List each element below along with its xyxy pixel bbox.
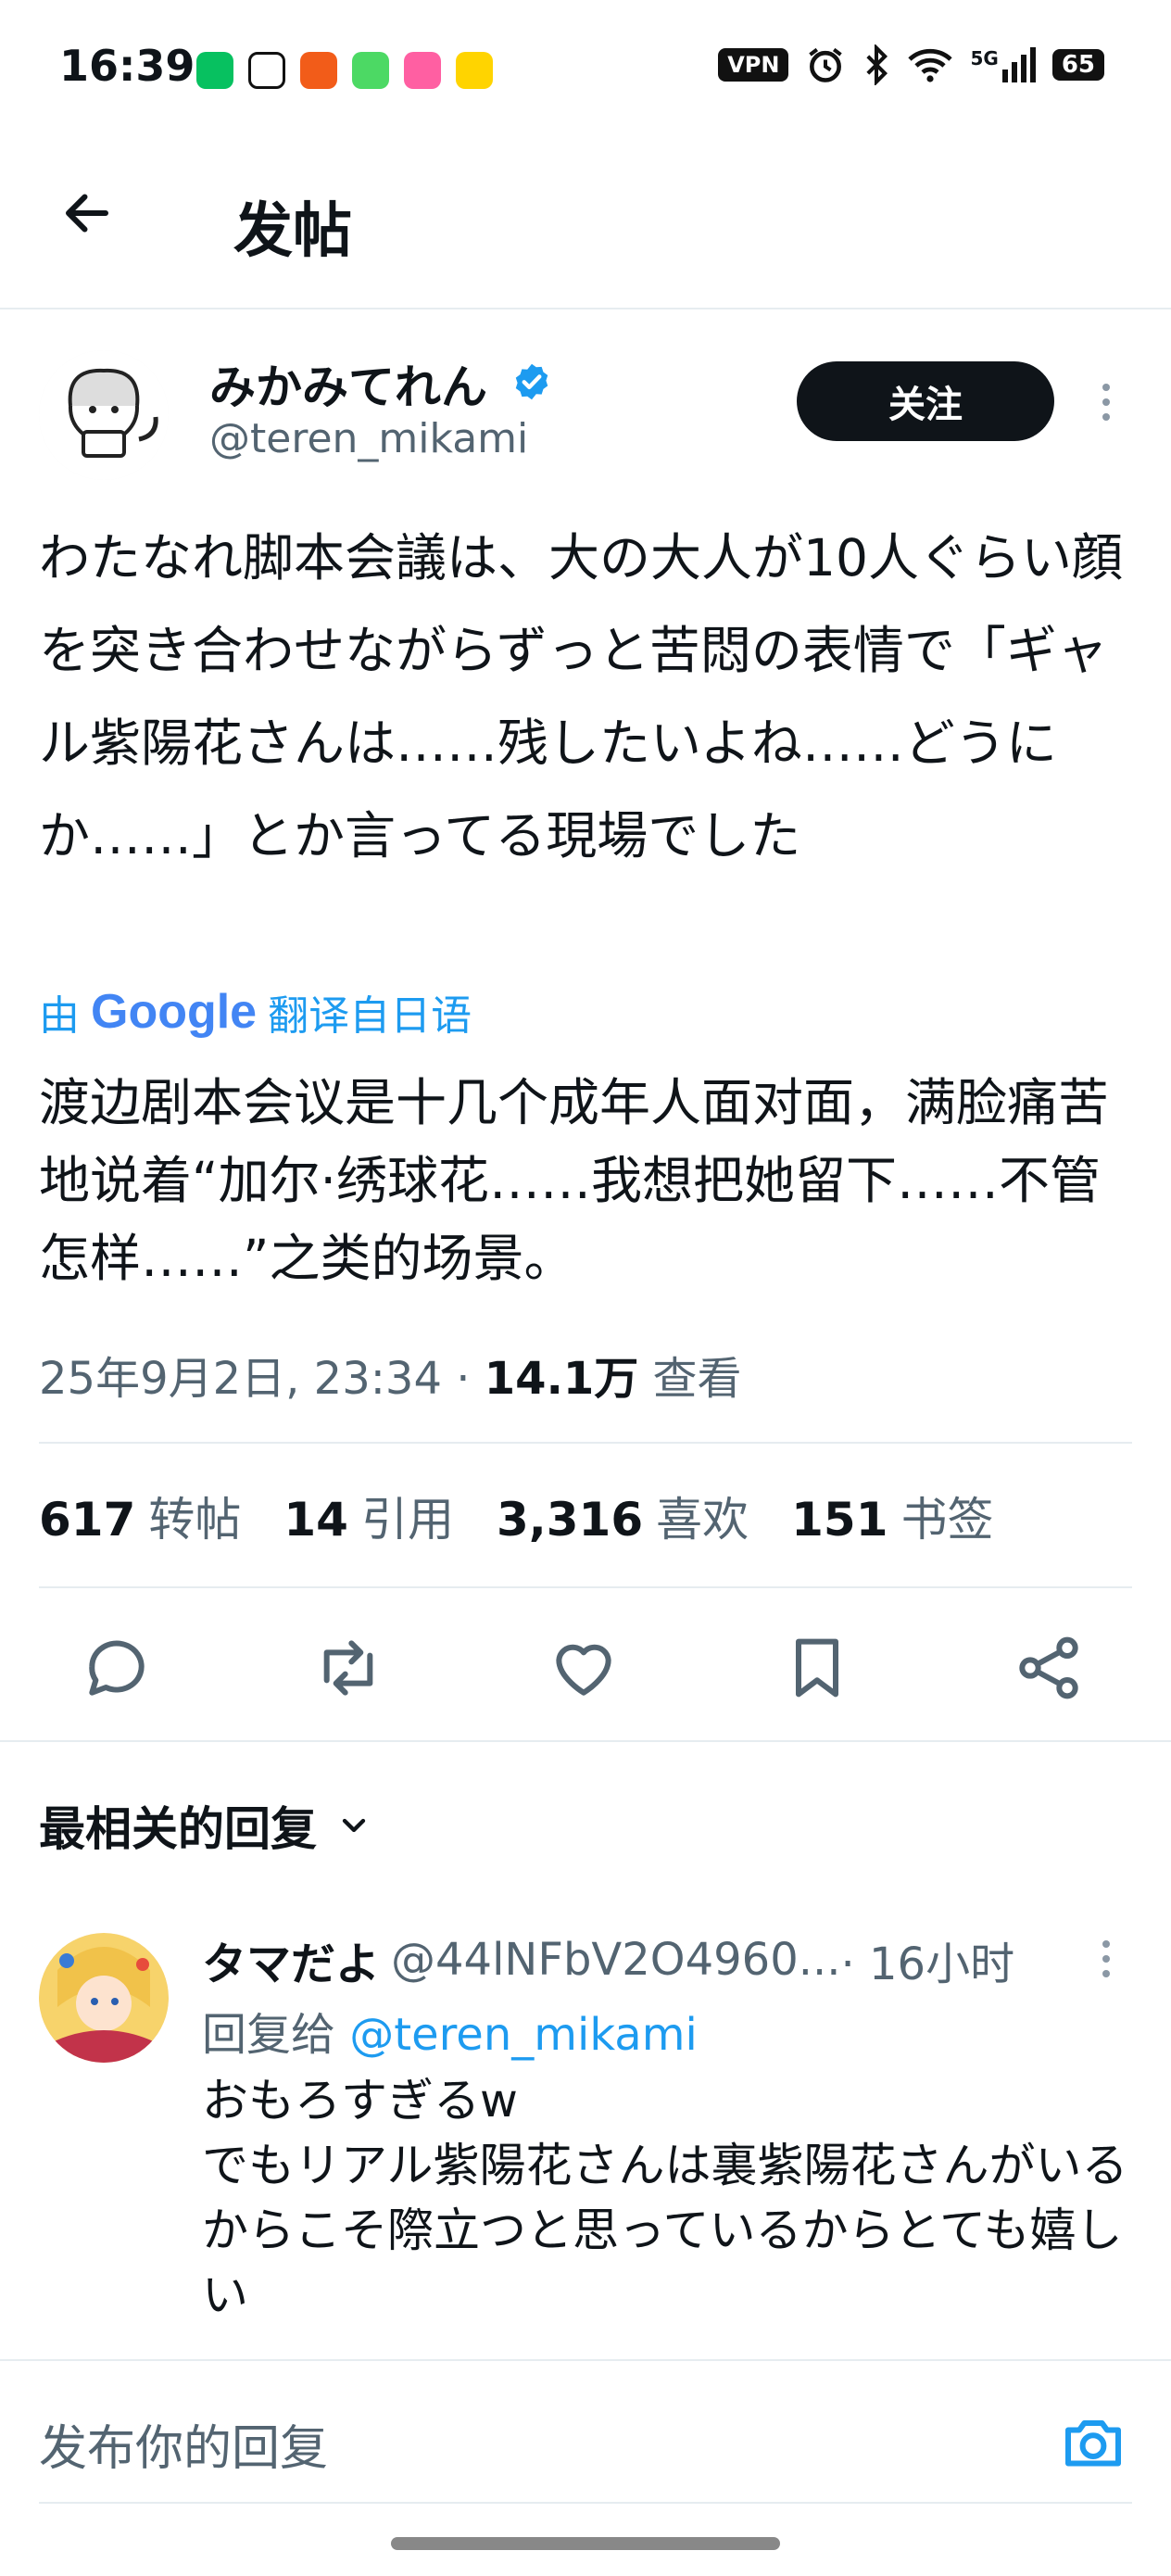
author-handle[interactable]: @teren_mikami xyxy=(209,415,528,462)
app-icon xyxy=(300,52,337,89)
tweet-meta: 25年9月2日, 23:34 · 14.1万 查看 xyxy=(39,1342,741,1407)
translate-prefix: 由 xyxy=(39,992,80,1040)
header-divider xyxy=(0,308,1171,309)
more-options-icon[interactable] xyxy=(1102,384,1110,421)
replies-sort-dropdown[interactable]: 最相关的回复 xyxy=(39,1792,372,1859)
stat-reposts[interactable]: 617 转帖 xyxy=(39,1483,241,1549)
home-indicator[interactable] xyxy=(391,2537,780,2550)
composer-divider xyxy=(0,2359,1171,2361)
verified-badge-icon xyxy=(515,363,548,400)
stat-likes[interactable]: 3,316 喜欢 xyxy=(497,1483,749,1549)
avatar-illustration xyxy=(39,1933,169,2063)
author-avatar[interactable] xyxy=(39,350,169,480)
bluetooth-icon xyxy=(866,44,888,85)
views-label: 查看 xyxy=(638,1353,742,1405)
cellular-signal-icon: 5G xyxy=(970,47,1036,82)
reply-text: おもろすぎるw でもリアル紫陽花さんは裏紫陽花さんがいるからこそ際立つと思ってい… xyxy=(202,2074,1128,2322)
chevron-down-icon xyxy=(342,1818,366,1833)
status-time: 16:39 xyxy=(59,41,195,91)
translated-text: 渡边剧本会议是十几个成年人面对面，满脸痛苦地说着“加尔·绣球花……我想把她留下…… xyxy=(39,1073,1110,1288)
tweet-timestamp: 25年9月2日, 23:34 · xyxy=(39,1353,485,1405)
composer-bottom-divider xyxy=(39,2502,1132,2504)
battery-indicator: 65 xyxy=(1051,49,1104,81)
reply-more-options-icon[interactable] xyxy=(1102,1940,1110,1977)
page-title: 发帖 xyxy=(233,197,352,266)
stats-divider xyxy=(39,1586,1132,1588)
tweet-text: わたなれ脚本会議は、大の大人が10人ぐらい顔を突き合わせながらずっと苦悶の表情で… xyxy=(39,528,1123,865)
google-logo: Google xyxy=(91,985,258,1039)
reply-to-line: 回复给 @teren_mikami xyxy=(202,2009,698,2061)
reply-author-avatar[interactable] xyxy=(39,1933,169,2063)
reply-icon[interactable] xyxy=(80,1631,154,1705)
translation-attribution[interactable]: 由 Google 翻译自日语 xyxy=(39,982,472,1042)
back-button[interactable] xyxy=(59,185,115,241)
like-icon[interactable] xyxy=(547,1631,621,1705)
wifi-icon xyxy=(908,48,953,82)
bookmark-icon[interactable] xyxy=(780,1631,854,1705)
avatar-illustration xyxy=(39,350,169,480)
app-icon xyxy=(456,52,493,89)
reply-header: タマだよ @44lNFbV2O4960... · 16小时 xyxy=(202,1927,1014,1992)
view-count: 14.1万 xyxy=(484,1353,639,1405)
vpn-badge: VPN xyxy=(718,48,789,82)
reply-time: · 16小时 xyxy=(840,1938,1015,1990)
share-icon[interactable] xyxy=(1012,1631,1086,1705)
replies-sort-label: 最相关的回复 xyxy=(39,1802,317,1856)
actions-divider xyxy=(0,1740,1171,1742)
translate-suffix: 翻译自日语 xyxy=(268,992,472,1040)
arrow-left-icon xyxy=(66,194,108,233)
alarm-icon xyxy=(809,47,843,82)
reply-composer-input[interactable]: 发布你的回复 xyxy=(39,2409,328,2479)
stat-quotes[interactable]: 14 引用 xyxy=(283,1483,454,1549)
engagement-stats: 617 转帖 14 引用 3,316 喜欢 151 书签 xyxy=(39,1483,994,1549)
meta-divider xyxy=(39,1442,1132,1444)
action-bar xyxy=(0,1617,1171,1719)
author-name[interactable]: みかみてれん xyxy=(209,350,487,417)
stat-bookmarks[interactable]: 151 书签 xyxy=(791,1483,993,1549)
messages-icon xyxy=(352,52,389,89)
reply-author-handle[interactable]: @44lNFbV2O4960... xyxy=(391,1934,840,1986)
qq-icon xyxy=(248,52,285,89)
wechat-icon xyxy=(196,52,233,89)
follow-button[interactable]: 关注 xyxy=(797,361,1054,441)
repost-icon[interactable] xyxy=(311,1631,385,1705)
reply-to-link[interactable]: @teren_mikami xyxy=(349,2009,698,2061)
bilibili-icon xyxy=(404,52,441,89)
status-icons: VPN 5G 65 xyxy=(718,44,1104,85)
reply-author-name[interactable]: タマだよ xyxy=(202,1927,380,1992)
camera-icon[interactable] xyxy=(1060,2409,1127,2476)
